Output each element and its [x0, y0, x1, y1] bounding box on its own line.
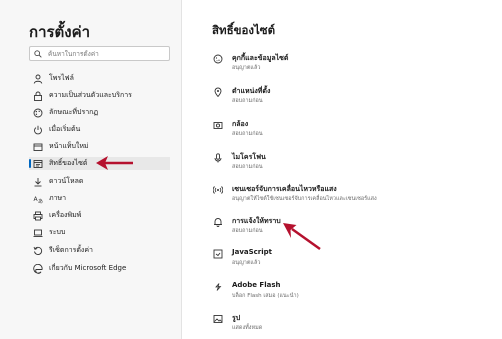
site-permissions-panel: สิทธิ์ของไซต์ คุกกี้และข้อมูลไซต์ อนุญาต…	[183, 0, 502, 339]
sidebar-item-printers[interactable]: เครื่องพิมพ์	[29, 209, 170, 222]
puzzle-icon	[212, 281, 224, 293]
permission-javascript[interactable]: JavaScript อนุญาตแล้ว	[212, 248, 482, 272]
sidebar-item-label: ระบบ	[49, 228, 66, 236]
microphone-icon	[212, 152, 224, 164]
permission-adobe-flash[interactable]: Adobe Flash บล็อก Flash เสมอ (แนะนำ)	[212, 281, 482, 305]
power-icon	[32, 124, 44, 136]
sidebar-item-new-tab-page[interactable]: หน้าแท็บใหม่	[29, 140, 170, 153]
sidebar-item-privacy[interactable]: ความเป็นส่วนตัวและบริการ	[29, 89, 170, 102]
permission-name: กล้อง	[232, 120, 249, 128]
permission-status: สอบถามก่อน	[232, 164, 263, 170]
sidebar-item-languages[interactable]: Aあ ภาษา	[29, 192, 170, 205]
sidebar-item-label: สิทธิ์ของไซต์	[49, 159, 88, 167]
settings-title: การตั้งค่า	[29, 23, 91, 41]
permission-status: อนุญาตแล้ว	[232, 65, 261, 71]
language-icon: Aあ	[32, 193, 44, 205]
settings-sidebar: การตั้งค่า โพรไฟล์ ความเป็นส่วนตัวและบริ…	[0, 0, 182, 339]
sidebar-item-label: เกี่ยวกับ Microsoft Edge	[49, 264, 127, 272]
search-icon	[34, 47, 46, 60]
edge-logo-icon	[32, 263, 44, 275]
search-input[interactable]	[48, 49, 168, 58]
annotation-arrow-sidebar	[96, 156, 133, 170]
permission-name: ตำแหน่งที่ตั้ง	[232, 87, 271, 95]
lock-icon	[32, 90, 44, 102]
permission-name: การแจ้งให้ทราบ	[232, 217, 281, 225]
permission-status: สอบถามก่อน	[232, 131, 263, 137]
page-title: สิทธิ์ของไซต์	[212, 23, 276, 37]
computer-icon	[32, 227, 44, 239]
permission-status: แสดงทั้งหมด	[232, 325, 263, 331]
permission-name: Adobe Flash	[232, 281, 281, 289]
sidebar-item-label: ลักษณะที่ปรากฏ	[49, 108, 99, 116]
person-icon	[32, 73, 44, 85]
download-icon	[32, 176, 44, 188]
camera-icon	[212, 119, 224, 131]
sidebar-item-label: เมื่อเริ่มต้น	[49, 125, 81, 133]
sidebar-item-system[interactable]: ระบบ	[29, 226, 170, 239]
sidebar-item-label: โพรไฟล์	[49, 74, 74, 82]
permission-name: รูป	[232, 314, 241, 322]
permission-name: JavaScript	[232, 248, 273, 256]
annotation-arrow-notifications	[283, 223, 321, 251]
permission-microphone[interactable]: ไมโครโฟน สอบถามก่อน	[212, 152, 482, 176]
permission-name: ไมโครโฟน	[232, 153, 266, 161]
permission-status: สอบถามก่อน	[232, 98, 263, 104]
permission-status: สอบถามก่อน	[232, 228, 263, 234]
sidebar-item-label: ความเป็นส่วนตัวและบริการ	[49, 91, 132, 99]
permission-location[interactable]: ตำแหน่งที่ตั้ง สอบถามก่อน	[212, 86, 482, 110]
permission-cookies[interactable]: คุกกี้และข้อมูลไซต์ อนุญาตแล้ว	[212, 53, 482, 77]
image-icon	[212, 313, 224, 325]
selected-indicator	[29, 159, 31, 168]
reset-icon	[32, 245, 44, 257]
palette-icon	[32, 107, 44, 119]
cookie-icon	[212, 53, 224, 65]
sidebar-item-reset-settings[interactable]: รีเซ็ตการตั้งค่า	[29, 244, 170, 257]
javascript-icon	[212, 248, 224, 260]
sidebar-item-appearance[interactable]: ลักษณะที่ปรากฏ	[29, 106, 170, 119]
bell-icon	[212, 216, 224, 228]
motion-sensor-icon	[212, 184, 224, 196]
permission-camera[interactable]: กล้อง สอบถามก่อน	[212, 119, 482, 143]
permission-motion-sensors[interactable]: เซนเซอร์จับการเคลื่อนไหวหรือแสง อนุญาตให…	[212, 184, 482, 208]
printer-icon	[32, 210, 44, 222]
permission-notifications[interactable]: การแจ้งให้ทราบ สอบถามก่อน	[212, 216, 482, 240]
sidebar-item-downloads[interactable]: ดาวน์โหลด	[29, 175, 170, 188]
sidebar-item-profiles[interactable]: โพรไฟล์	[29, 72, 170, 85]
sidebar-item-on-startup[interactable]: เมื่อเริ่มต้น	[29, 123, 170, 136]
sidebar-item-about-edge[interactable]: เกี่ยวกับ Microsoft Edge	[29, 262, 170, 275]
sidebar-item-label: เครื่องพิมพ์	[49, 211, 82, 219]
permission-status: บล็อก Flash เสมอ (แนะนำ)	[232, 293, 299, 299]
permission-name: เซนเซอร์จับการเคลื่อนไหวหรือแสง	[232, 185, 337, 193]
permission-name: คุกกี้และข้อมูลไซต์	[232, 54, 289, 62]
permission-status: อนุญาตแล้ว	[232, 260, 261, 266]
svg-text:あ: あ	[38, 199, 43, 204]
new-tab-icon	[32, 141, 44, 153]
sidebar-item-label: ดาวน์โหลด	[49, 177, 84, 185]
permission-images[interactable]: รูป แสดงทั้งหมด	[212, 313, 482, 337]
sidebar-item-label: รีเซ็ตการตั้งค่า	[49, 246, 93, 254]
sidebar-item-label: ภาษา	[49, 194, 67, 202]
location-pin-icon	[212, 86, 224, 98]
permission-status: อนุญาตให้ไซต์ใช้เซนเซอร์จับการเคลื่อนไหว…	[232, 196, 377, 202]
sidebar-item-label: หน้าแท็บใหม่	[49, 142, 89, 150]
site-permissions-icon	[32, 158, 44, 170]
search-box[interactable]	[29, 46, 170, 61]
